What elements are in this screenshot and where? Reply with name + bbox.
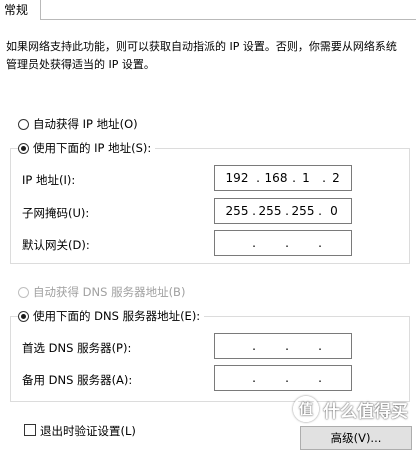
- auto-ip-option[interactable]: 自动获得 IP 地址(O): [18, 116, 138, 132]
- manual-ip-label: 使用下面的 IP 地址(S):: [33, 141, 152, 155]
- default-gateway-input[interactable]: . . .: [214, 230, 352, 256]
- tab-general[interactable]: 常规: [0, 0, 41, 20]
- advanced-button[interactable]: 高级(V)...: [300, 426, 412, 450]
- tab-general-label: 常规: [4, 3, 29, 17]
- ip-address-label: IP 地址(I):: [22, 173, 76, 187]
- ip-octet-1: 192: [225, 171, 249, 185]
- octet-dot: .: [252, 236, 256, 250]
- watermark: 值 什么值得买: [293, 396, 408, 422]
- subnet-mask-label: 子网掩码(U):: [22, 206, 90, 220]
- subnet-mask-input[interactable]: 255 . 255 . 255 . 0: [214, 198, 352, 224]
- preferred-dns-input[interactable]: . . .: [214, 333, 352, 359]
- octet-dot: .: [318, 371, 322, 385]
- alternate-dns-label: 备用 DNS 服务器(A):: [22, 373, 133, 387]
- auto-dns-label: 自动获得 DNS 服务器地址(B): [33, 285, 186, 299]
- watermark-logo-icon: 值: [293, 396, 319, 422]
- octet-dot: .: [252, 339, 256, 353]
- mask-octet-1: 255: [225, 204, 249, 218]
- default-gateway-label: 默认网关(D):: [22, 238, 90, 252]
- tab-divider: [40, 19, 416, 20]
- validate-on-exit-label: 退出时验证设置(L): [40, 424, 136, 438]
- mask-octet-3: 255: [291, 204, 315, 218]
- auto-dns-option[interactable]: 自动获得 DNS 服务器地址(B): [18, 284, 185, 300]
- watermark-text: 什么值得买: [323, 401, 408, 422]
- auto-ip-radio[interactable]: [18, 118, 29, 130]
- mask-octet-4: 0: [330, 204, 338, 218]
- mask-octet-2: 255: [258, 204, 282, 218]
- manual-dns-radio[interactable]: [18, 310, 29, 322]
- validate-on-exit-checkbox[interactable]: [24, 424, 36, 436]
- preferred-dns-label: 首选 DNS 服务器(P):: [22, 341, 132, 355]
- manual-dns-label: 使用下面的 DNS 服务器地址(E):: [33, 309, 201, 323]
- octet-dot: .: [318, 339, 322, 353]
- manual-ip-radio[interactable]: [18, 142, 29, 154]
- manual-ip-option[interactable]: 使用下面的 IP 地址(S):: [18, 140, 156, 156]
- ip-address-input[interactable]: 192 . 168 . 1 . 2: [214, 165, 352, 191]
- auto-dns-radio[interactable]: [18, 286, 29, 298]
- octet-dot: .: [285, 371, 289, 385]
- octet-dot: .: [318, 236, 322, 250]
- ip-octet-4: 2: [332, 171, 340, 185]
- manual-dns-option[interactable]: 使用下面的 DNS 服务器地址(E):: [18, 308, 205, 324]
- octet-dot: .: [285, 236, 289, 250]
- octet-dot: .: [285, 339, 289, 353]
- ip-octet-2: 168: [264, 171, 288, 185]
- ip-octet-3: 1: [302, 171, 310, 185]
- alternate-dns-input[interactable]: . . .: [214, 365, 352, 391]
- description-text: 如果网络支持此功能，则可以获取自动指派的 IP 设置。否则，你需要从网络系统管理…: [6, 40, 397, 71]
- octet-dot: .: [252, 371, 256, 385]
- auto-ip-label: 自动获得 IP 地址(O): [33, 117, 138, 131]
